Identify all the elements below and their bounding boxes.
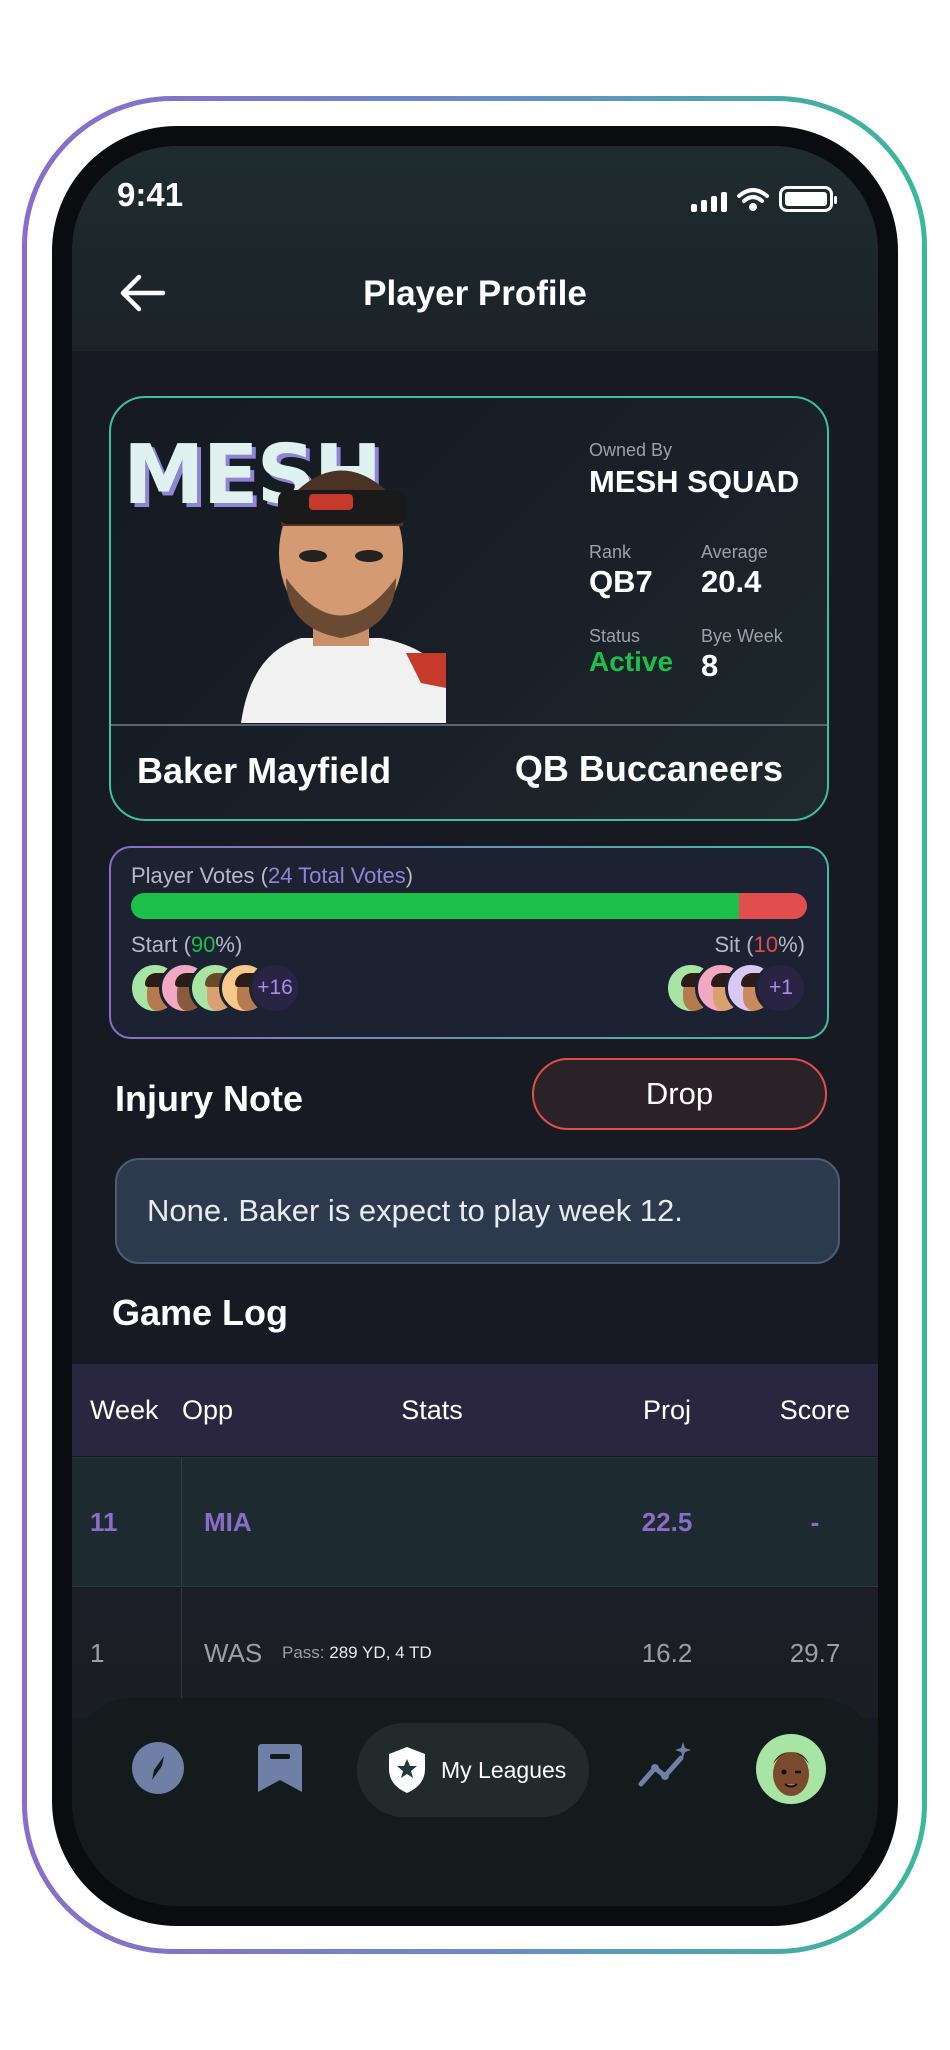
- bye-week-value: 8: [701, 648, 719, 683]
- compass-icon[interactable]: [130, 1740, 186, 1796]
- vote-bar-start: [131, 893, 740, 919]
- player-card: MESH Owned By MESH SQUAD Rank QB7 Averag…: [109, 396, 829, 821]
- rank-label: Rank: [589, 542, 632, 562]
- game-log-title: Game Log: [112, 1292, 289, 1333]
- sit-voters: +1: [665, 962, 807, 1014]
- col-header-opp: Opp: [182, 1394, 234, 1425]
- shield-star-icon: [389, 1747, 425, 1793]
- col-header-week: Week: [90, 1394, 159, 1425]
- signal-icon: [691, 192, 727, 212]
- status-icons: [691, 186, 837, 212]
- owned-by-label: Owned By: [589, 440, 673, 460]
- average-label: Average: [701, 542, 768, 562]
- owned-by-value: MESH SQUAD: [589, 464, 800, 499]
- col-header-proj: Proj: [642, 1394, 691, 1425]
- rank-value: QB7: [589, 564, 653, 599]
- player-photo: [241, 470, 446, 723]
- vote-bar-sit: [739, 893, 807, 919]
- injury-note-title: Injury Note: [115, 1078, 304, 1119]
- col-header-stats: Stats: [401, 1394, 463, 1425]
- bottom-nav: My Leagues: [72, 1698, 878, 1906]
- sit-more-badge[interactable]: +1: [755, 962, 807, 1014]
- sparkle-chart-icon[interactable]: [637, 1740, 693, 1796]
- app-screen: 9:41 Player Profile MESH Owned By MESH S…: [72, 146, 878, 1906]
- player-name: Baker Mayfield: [137, 750, 392, 791]
- sit-vote-label[interactable]: Sit (10%): [715, 932, 806, 958]
- card-divider: [111, 724, 827, 726]
- start-more-badge[interactable]: +16: [249, 962, 301, 1014]
- average-value: 20.4: [701, 564, 762, 599]
- status-label: Status: [589, 626, 641, 646]
- row-score: 29.7: [789, 1637, 841, 1668]
- my-leagues-tab[interactable]: My Leagues: [357, 1723, 589, 1817]
- row-proj: 16.2: [641, 1637, 693, 1668]
- bookmark-icon[interactable]: [252, 1740, 308, 1796]
- table-row[interactable]: 11 MIA 22.5 -: [72, 1457, 878, 1587]
- vote-bar: [131, 893, 807, 919]
- row-opp: WAS: [204, 1637, 263, 1668]
- game-log-header: Week Opp Stats Proj Score: [72, 1364, 878, 1456]
- my-leagues-label: My Leagues: [441, 1756, 567, 1783]
- player-votes-card: Player Votes (24 Total Votes) Start (90%…: [109, 846, 829, 1039]
- votes-total: 24 Total Votes: [267, 863, 406, 888]
- bye-week-label: Bye Week: [701, 626, 783, 646]
- start-vote-label[interactable]: Start (90%): [131, 932, 242, 958]
- start-voters: +16: [129, 962, 301, 1014]
- row-week: 11: [72, 1458, 182, 1586]
- injury-note-text: None. Baker is expect to play week 12.: [115, 1158, 840, 1264]
- status-value: Active: [589, 646, 674, 677]
- row-proj: 22.5: [641, 1506, 693, 1537]
- votes-title: Player Votes (24 Total Votes): [131, 863, 414, 888]
- player-position-team: QB Buccaneers: [514, 748, 783, 789]
- row-stats: Pass: 289 YD, 4 TD: [282, 1643, 432, 1662]
- page-title: Player Profile: [363, 274, 587, 313]
- drop-button[interactable]: Drop: [532, 1058, 827, 1130]
- col-header-score: Score: [779, 1394, 851, 1425]
- battery-icon: [779, 186, 837, 212]
- header-area: 9:41 Player Profile: [72, 146, 878, 351]
- status-time: 9:41: [117, 176, 184, 213]
- profile-avatar-icon[interactable]: [756, 1734, 826, 1804]
- wifi-icon: [737, 188, 769, 211]
- row-opp: MIA: [204, 1506, 252, 1537]
- row-score: -: [810, 1506, 820, 1537]
